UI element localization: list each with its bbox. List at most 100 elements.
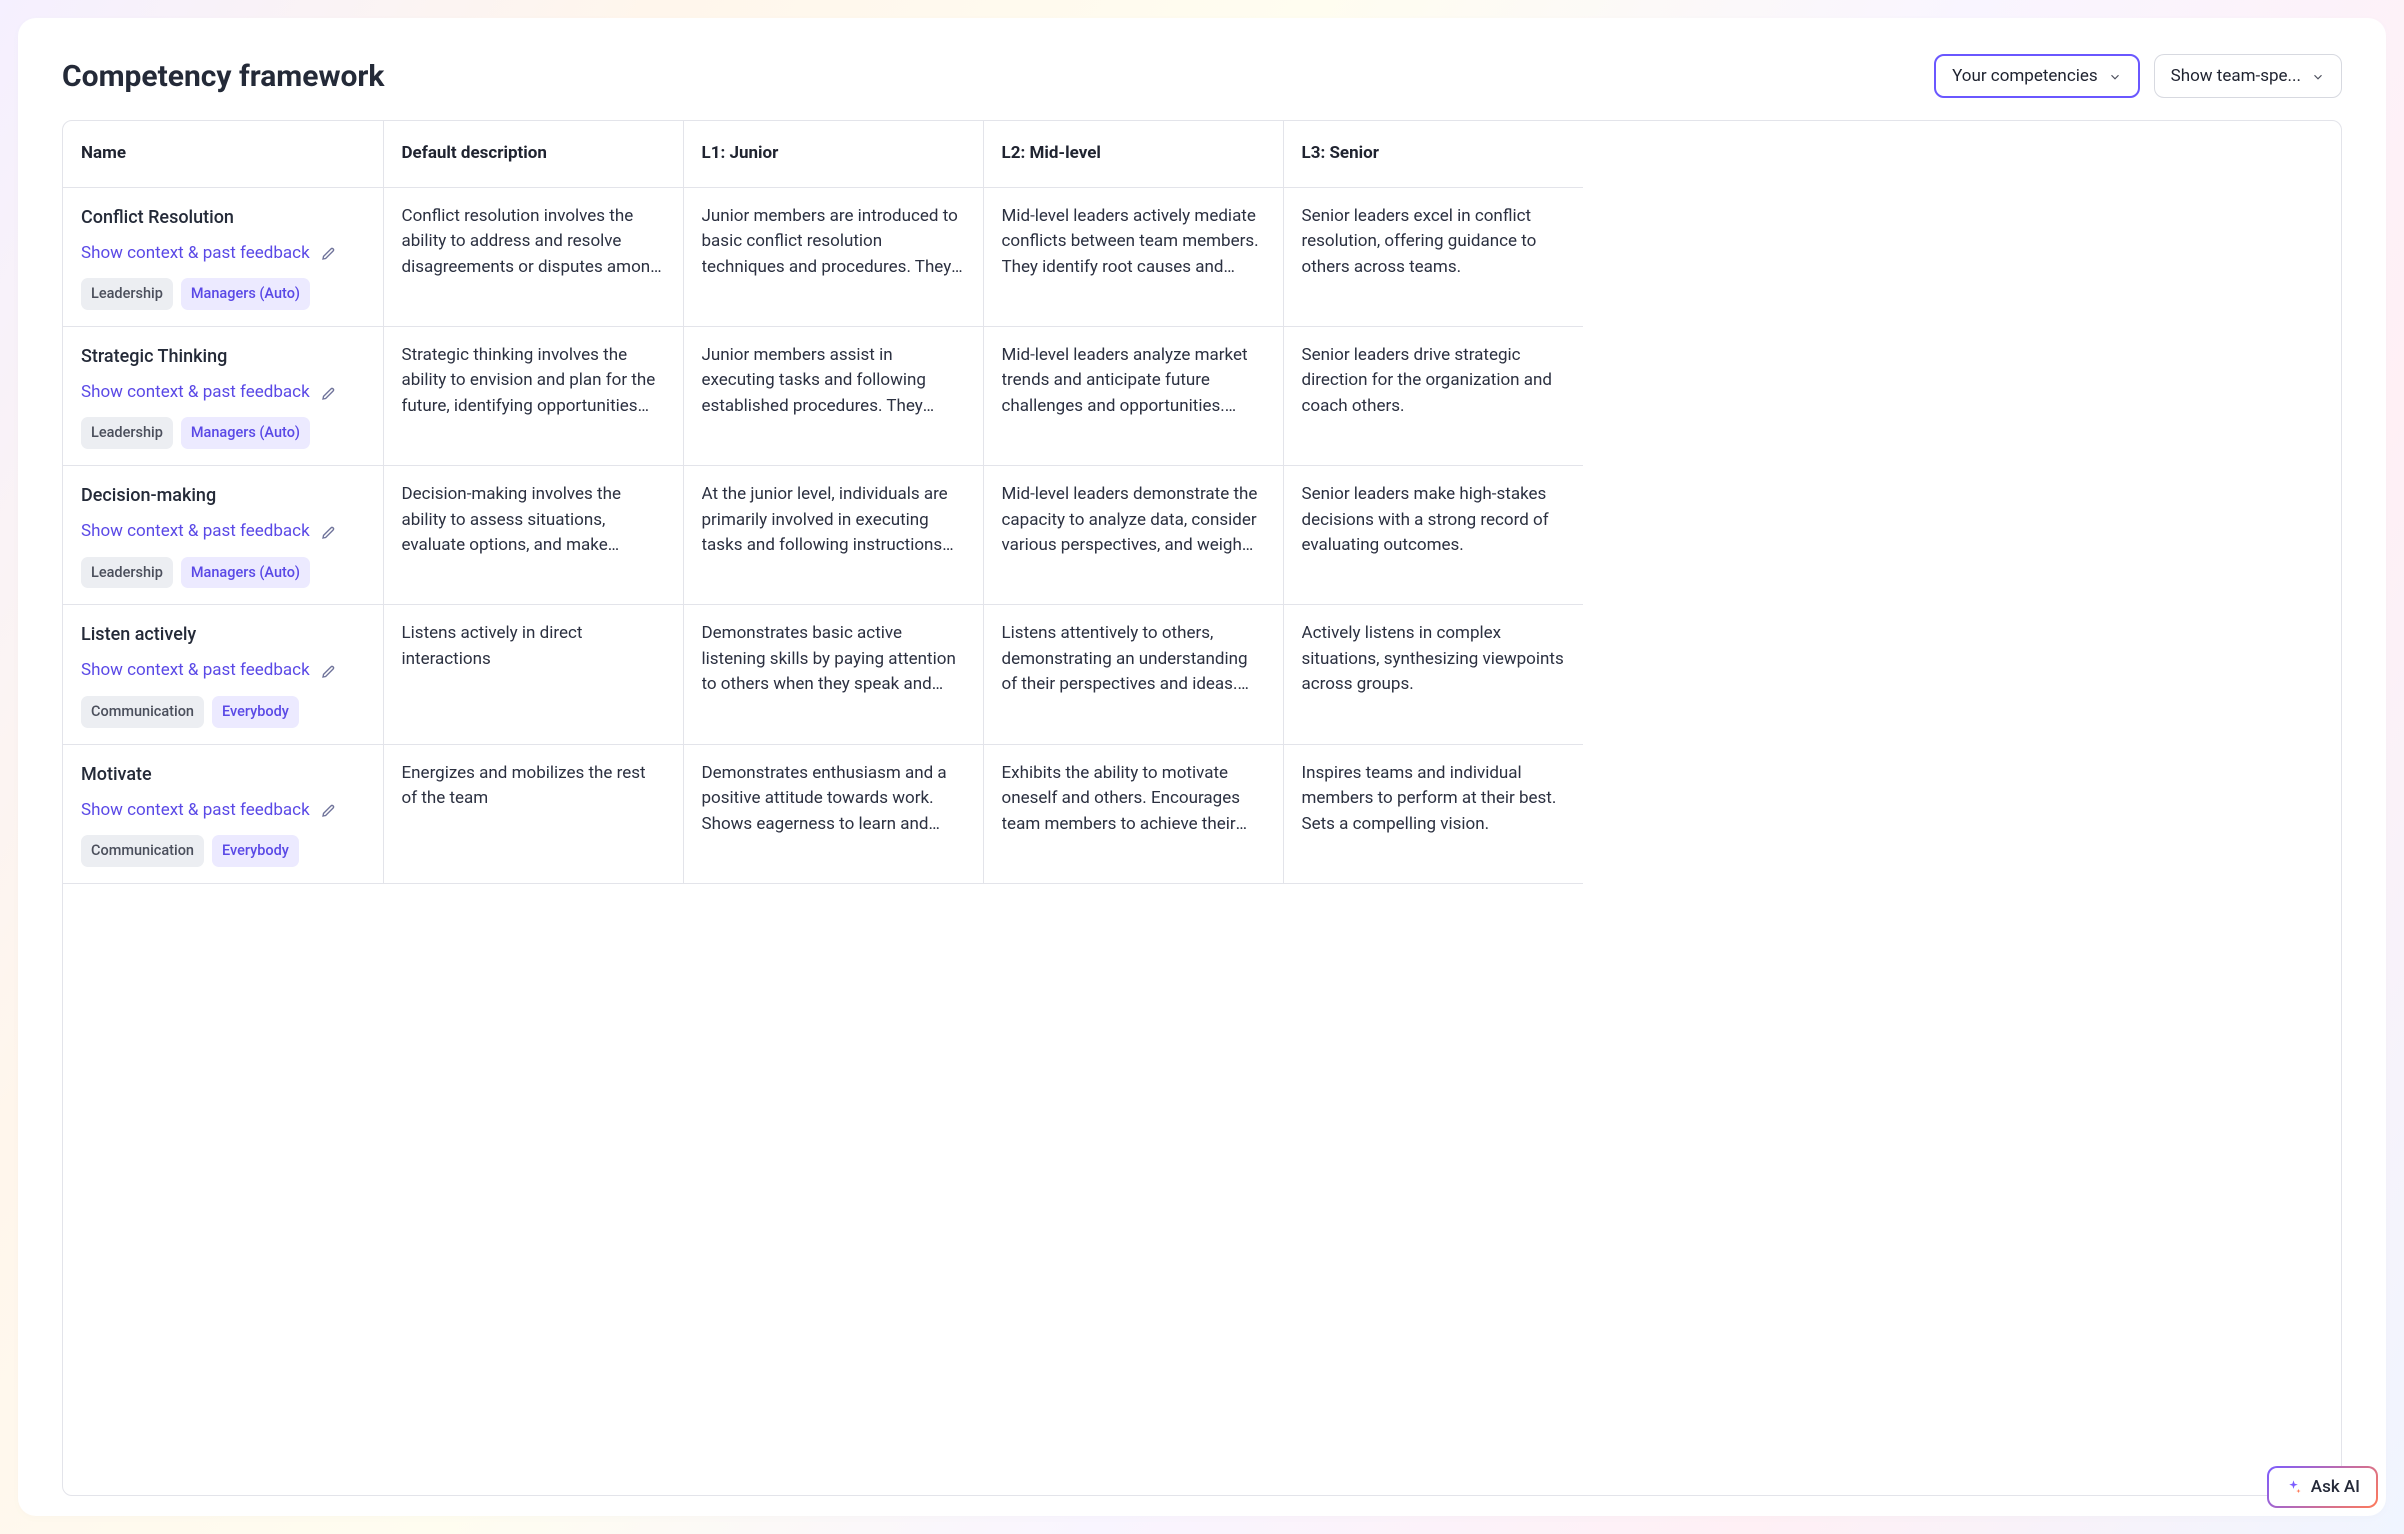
tag: Managers (Auto) <box>181 557 310 589</box>
cell-text: Listens attentively to others, demonstra… <box>1002 621 1265 698</box>
edit-icon[interactable] <box>320 523 338 541</box>
context-row: Show context & past feedback <box>81 658 365 684</box>
chevron-down-icon <box>2311 69 2325 83</box>
tag-list: CommunicationEverybody <box>81 696 365 728</box>
competency-table: Name Default description L1: Junior L2: … <box>63 121 1583 884</box>
cell-l3: Actively listens in complex situations, … <box>1283 605 1583 744</box>
chevron-down-icon <box>2108 69 2122 83</box>
cell-desc: Conflict resolution involves the ability… <box>383 187 683 326</box>
cell-l1: Demonstrates enthusiasm and a positive a… <box>683 744 983 883</box>
show-context-link[interactable]: Show context & past feedback <box>81 241 310 267</box>
edit-icon[interactable] <box>320 244 338 262</box>
name-cell: Conflict Resolution Show context & past f… <box>63 187 383 326</box>
name-cell: Motivate Show context & past feedback Comm… <box>63 744 383 883</box>
cell-l3: Senior leaders drive strategic direction… <box>1283 326 1583 465</box>
cell-desc: Listens actively in direct interactions <box>383 605 683 744</box>
cell-desc: Energizes and mobilizes the rest of the … <box>383 744 683 883</box>
cell-l1: Demonstrates basic active listening skil… <box>683 605 983 744</box>
table-row: Listen actively Show context & past feedb… <box>63 605 1583 744</box>
name-cell: Decision-makingShow context & past feedb… <box>63 466 383 605</box>
cell-text: Mid-level leaders actively mediate confl… <box>1002 204 1265 281</box>
cell-text: Senior leaders drive strategic direction… <box>1302 343 1566 420</box>
cell-text: Junior members assist in executing tasks… <box>702 343 965 420</box>
table-row: Decision-makingShow context & past feedb… <box>63 466 1583 605</box>
ask-ai-button[interactable]: Ask AI <box>2267 1466 2378 1508</box>
scope-dropdown[interactable]: Your competencies <box>1934 54 2140 98</box>
scope-dropdown-label: Your competencies <box>1952 66 2098 86</box>
cell-desc: Strategic thinking involves the ability … <box>383 326 683 465</box>
tag: Leadership <box>81 278 173 310</box>
tag-list: LeadershipManagers (Auto) <box>81 417 365 449</box>
tag: Managers (Auto) <box>181 278 310 310</box>
name-cell: Listen actively Show context & past feedb… <box>63 605 383 744</box>
competency-name: Motivate <box>81 761 365 788</box>
show-context-link[interactable]: Show context & past feedback <box>81 658 310 684</box>
cell-text: Senior leaders make high-stakes decision… <box>1302 482 1566 559</box>
tag: Everybody <box>212 696 299 728</box>
cell-text: Decision-making involves the ability to … <box>402 482 665 559</box>
ask-ai-label: Ask AI <box>2311 1477 2360 1497</box>
cell-text: Demonstrates enthusiasm and a positive a… <box>702 761 965 838</box>
toolbar: Your competencies Show team-spe... <box>1934 54 2342 98</box>
competency-name: Conflict Resolution <box>81 204 365 231</box>
show-context-link[interactable]: Show context & past feedback <box>81 519 310 545</box>
tag-list: CommunicationEverybody <box>81 835 365 867</box>
context-row: Show context & past feedback <box>81 519 365 545</box>
cell-l2: Mid-level leaders analyze market trends … <box>983 326 1283 465</box>
main-panel: Competency framework Your competencies S… <box>18 18 2386 1516</box>
table-row: Conflict Resolution Show context & past f… <box>63 187 1583 326</box>
tag: Everybody <box>212 835 299 867</box>
competency-name: Listen actively <box>81 621 365 648</box>
team-dropdown[interactable]: Show team-spe... <box>2154 54 2342 98</box>
context-row: Show context & past feedback <box>81 241 365 267</box>
col-header-desc: Default description <box>383 121 683 187</box>
cell-text: Mid-level leaders demonstrate the capaci… <box>1002 482 1265 559</box>
cell-text: At the junior level, individuals are pri… <box>702 482 965 559</box>
competency-table-wrap[interactable]: Name Default description L1: Junior L2: … <box>62 120 2342 1496</box>
tag-list: LeadershipManagers (Auto) <box>81 557 365 589</box>
cell-desc: Decision-making involves the ability to … <box>383 466 683 605</box>
cell-l2: Listens attentively to others, demonstra… <box>983 605 1283 744</box>
cell-l1: Junior members assist in executing tasks… <box>683 326 983 465</box>
edit-icon[interactable] <box>320 662 338 680</box>
show-context-link[interactable]: Show context & past feedback <box>81 798 310 824</box>
tag: Communication <box>81 696 204 728</box>
cell-text: Listens actively in direct interactions <box>402 621 665 672</box>
edit-icon[interactable] <box>320 384 338 402</box>
cell-l3: Inspires teams and individual members to… <box>1283 744 1583 883</box>
tag: Communication <box>81 835 204 867</box>
cell-text: Exhibits the ability to motivate oneself… <box>1002 761 1265 838</box>
cell-text: Conflict resolution involves the ability… <box>402 204 665 281</box>
table-header-row: Name Default description L1: Junior L2: … <box>63 121 1583 187</box>
cell-text: Energizes and mobilizes the rest of the … <box>402 761 665 812</box>
cell-text: Actively listens in complex situations, … <box>1302 621 1566 698</box>
tag-list: LeadershipManagers (Auto) <box>81 278 365 310</box>
tag: Managers (Auto) <box>181 417 310 449</box>
tag: Leadership <box>81 417 173 449</box>
cell-l3: Senior leaders make high-stakes decision… <box>1283 466 1583 605</box>
col-header-l3: L3: Senior <box>1283 121 1583 187</box>
header-row: Competency framework Your competencies S… <box>62 54 2342 98</box>
col-header-l1: L1: Junior <box>683 121 983 187</box>
context-row: Show context & past feedback <box>81 380 365 406</box>
table-row: Motivate Show context & past feedback Comm… <box>63 744 1583 883</box>
edit-icon[interactable] <box>320 801 338 819</box>
cell-text: Junior members are introduced to basic c… <box>702 204 965 281</box>
sparkle-icon <box>2285 1479 2302 1496</box>
show-context-link[interactable]: Show context & past feedback <box>81 380 310 406</box>
cell-text: Demonstrates basic active listening skil… <box>702 621 965 698</box>
cell-l2: Mid-level leaders actively mediate confl… <box>983 187 1283 326</box>
name-cell: Strategic ThinkingShow context & past fe… <box>63 326 383 465</box>
page-title: Competency framework <box>62 59 384 94</box>
cell-text: Mid-level leaders analyze market trends … <box>1002 343 1265 420</box>
col-header-l2: L2: Mid-level <box>983 121 1283 187</box>
col-header-name: Name <box>63 121 383 187</box>
tag: Leadership <box>81 557 173 589</box>
cell-text: Inspires teams and individual members to… <box>1302 761 1566 838</box>
table-row: Strategic ThinkingShow context & past fe… <box>63 326 1583 465</box>
cell-l1: Junior members are introduced to basic c… <box>683 187 983 326</box>
cell-l2: Exhibits the ability to motivate oneself… <box>983 744 1283 883</box>
cell-text: Strategic thinking involves the ability … <box>402 343 665 420</box>
team-dropdown-label: Show team-spe... <box>2171 66 2301 86</box>
cell-l3: Senior leaders excel in conflict resolut… <box>1283 187 1583 326</box>
